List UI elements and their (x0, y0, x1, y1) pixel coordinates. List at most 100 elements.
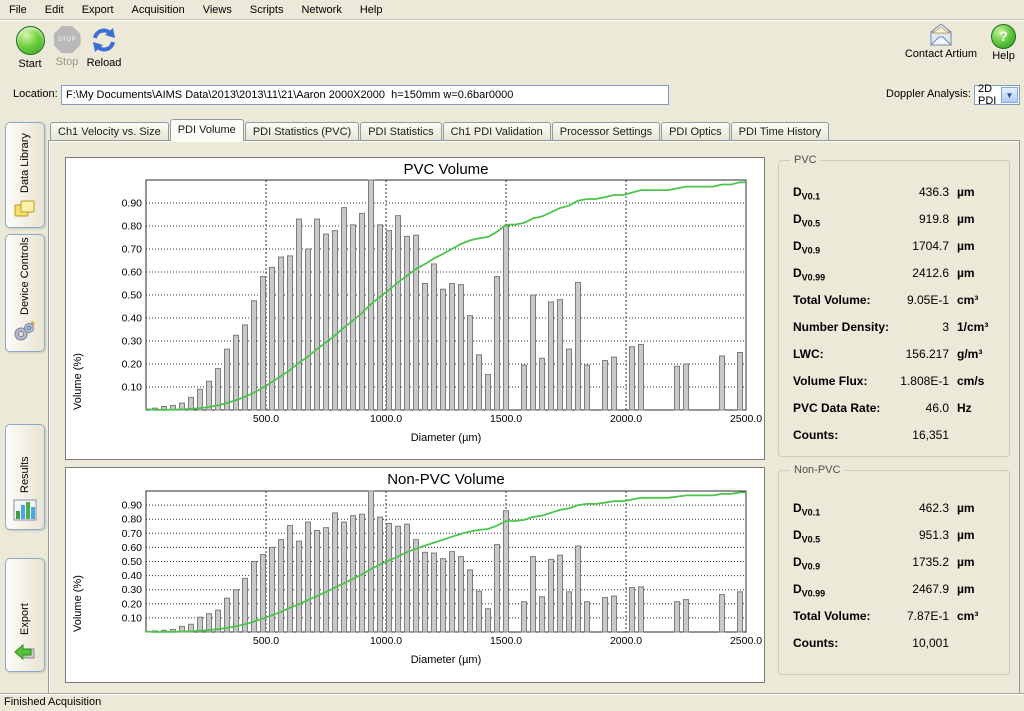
tab-pdi-time-history[interactable]: PDI Time History (731, 122, 830, 141)
stat-unit: cm³ (957, 293, 999, 307)
menu-item-network[interactable]: Network (292, 2, 350, 18)
stat-value: 156.217 (824, 347, 957, 361)
svg-text:0.80: 0.80 (122, 221, 143, 233)
tab-ch1-pdi-validation[interactable]: Ch1 PDI Validation (443, 122, 551, 141)
tab-pdi-statistics-pvc-[interactable]: PDI Statistics (PVC) (245, 122, 359, 141)
stat-label: DV0.5 (793, 528, 820, 544)
stat-value: 919.8 (820, 212, 957, 226)
svg-text:0.10: 0.10 (122, 612, 143, 624)
svg-text:0.90: 0.90 (122, 500, 143, 512)
svg-text:500.0: 500.0 (253, 635, 279, 647)
stat-unit: cm³ (957, 609, 999, 623)
doppler-analysis-label: Doppler Analysis: (886, 88, 971, 100)
stat-label: Total Volume: (793, 293, 871, 307)
stat-label: Number Density: (793, 320, 889, 334)
stat-label: PVC Data Rate: (793, 401, 880, 415)
toolbar: Start STOP Stop Reload C (0, 20, 1024, 82)
sidebar-item-label: Export (19, 559, 31, 641)
reload-label: Reload (77, 57, 131, 69)
stat-label: DV0.5 (793, 212, 820, 228)
stat-value: 9.05E-1 (871, 293, 957, 307)
stat-label: Total Volume: (793, 609, 871, 623)
svg-text:0.30: 0.30 (122, 584, 143, 596)
tab-pdi-statistics[interactable]: PDI Statistics (360, 122, 441, 141)
pvc-stat-row: Volume Flux:1.808E-1cm/s (793, 374, 999, 389)
stat-value: 436.3 (820, 185, 957, 199)
svg-text:2000.0: 2000.0 (610, 413, 642, 425)
non-pvc-stat-row: DV0.91735.2µm (793, 555, 999, 570)
doppler-analysis-select[interactable]: 2D PDI ▼ (974, 85, 1020, 105)
svg-text:500.0: 500.0 (253, 413, 279, 425)
stat-unit: µm (957, 239, 999, 253)
svg-text:0.70: 0.70 (122, 528, 143, 540)
status-bar: Finished Acquisition (0, 693, 1024, 711)
menu-item-file[interactable]: File (0, 2, 36, 18)
location-label: Location: (13, 88, 58, 100)
sidebar-item-export[interactable]: Export (5, 558, 45, 672)
svg-text:2000.0: 2000.0 (610, 635, 642, 647)
reload-icon (90, 26, 118, 54)
stat-label: DV0.1 (793, 501, 820, 517)
non-pvc-stat-row: Counts:10,001 (793, 636, 999, 651)
bar-chart-icon (13, 499, 37, 524)
chart-plot: 0.900.800.700.600.500.400.300.200.10500.… (66, 468, 764, 682)
sidebar-item-results[interactable]: Results (5, 424, 45, 530)
stat-value: 1704.7 (820, 239, 957, 253)
status-text: Finished Acquisition (4, 696, 101, 708)
envelope-icon (924, 22, 958, 48)
reload-button[interactable]: Reload (77, 24, 131, 69)
menu-item-help[interactable]: Help (351, 2, 392, 18)
stat-value: 462.3 (820, 501, 957, 515)
tab-strip: Ch1 Velocity vs. SizePDI VolumePDI Stati… (50, 119, 830, 141)
stat-label: DV0.9 (793, 239, 820, 255)
stat-unit: µm (957, 528, 999, 542)
sidebar-item-device-controls[interactable]: Device Controls (5, 234, 45, 352)
stat-label: Counts: (793, 428, 838, 442)
pvc-stats-rows: DV0.1436.3µmDV0.5919.8µmDV0.91704.7µmDV0… (793, 185, 999, 455)
pvc-stat-row: LWC:156.217g/m³ (793, 347, 999, 362)
help-button[interactable]: ? Help (991, 20, 1016, 62)
non-pvc-stats-title: Non-PVC (790, 464, 844, 476)
tab-pdi-optics[interactable]: PDI Optics (661, 122, 730, 141)
doppler-analysis-value: 2D PDI (975, 83, 1000, 107)
non-pvc-stats-panel: Non-PVC DV0.1462.3µmDV0.5951.3µmDV0.9173… (778, 470, 1010, 675)
contact-artium-button[interactable]: Contact Artium (905, 20, 977, 62)
stat-unit: µm (957, 555, 999, 569)
svg-text:1500.0: 1500.0 (490, 635, 522, 647)
svg-text:1500.0: 1500.0 (490, 413, 522, 425)
sidebar-item-data-library[interactable]: Data Library (5, 122, 45, 228)
tab-pdi-volume[interactable]: PDI Volume (170, 119, 244, 141)
svg-text:0.20: 0.20 (122, 359, 143, 371)
svg-text:0.50: 0.50 (122, 556, 143, 568)
pvc-stat-row: Total Volume:9.05E-1cm³ (793, 293, 999, 308)
tab-processor-settings[interactable]: Processor Settings (552, 122, 660, 141)
menu-item-views[interactable]: Views (194, 2, 241, 18)
stat-value: 2412.6 (825, 266, 957, 280)
svg-text:2500.0: 2500.0 (730, 635, 762, 647)
sidebar-item-label: Results (19, 425, 31, 499)
stat-label: Volume Flux: (793, 374, 867, 388)
menu-item-edit[interactable]: Edit (36, 2, 73, 18)
stat-label: DV0.99 (793, 582, 825, 598)
pvc-stats-panel: PVC DV0.1436.3µmDV0.5919.8µmDV0.91704.7µ… (778, 160, 1010, 457)
gears-icon (13, 321, 37, 346)
stat-value: 1.808E-1 (867, 374, 957, 388)
menu-item-export[interactable]: Export (73, 2, 123, 18)
chevron-down-icon: ▼ (1001, 87, 1018, 103)
tab-ch1-velocity-vs-size[interactable]: Ch1 Velocity vs. Size (50, 122, 169, 141)
pvc-stat-row: PVC Data Rate:46.0Hz (793, 401, 999, 416)
stat-value: 10,001 (838, 636, 957, 650)
svg-text:2500.0: 2500.0 (730, 413, 762, 425)
stat-unit: µm (957, 582, 999, 596)
svg-text:0.10: 0.10 (122, 382, 143, 394)
svg-text:0.60: 0.60 (122, 267, 143, 279)
stat-label: DV0.9 (793, 555, 820, 571)
location-input[interactable] (61, 85, 669, 105)
stat-label: DV0.99 (793, 266, 825, 282)
svg-text:0.20: 0.20 (122, 598, 143, 610)
menu-item-acquisition[interactable]: Acquisition (123, 2, 194, 18)
export-arrow-icon (13, 641, 37, 666)
svg-text:0.90: 0.90 (122, 198, 143, 210)
stat-value: 46.0 (880, 401, 957, 415)
menu-item-scripts[interactable]: Scripts (241, 2, 293, 18)
